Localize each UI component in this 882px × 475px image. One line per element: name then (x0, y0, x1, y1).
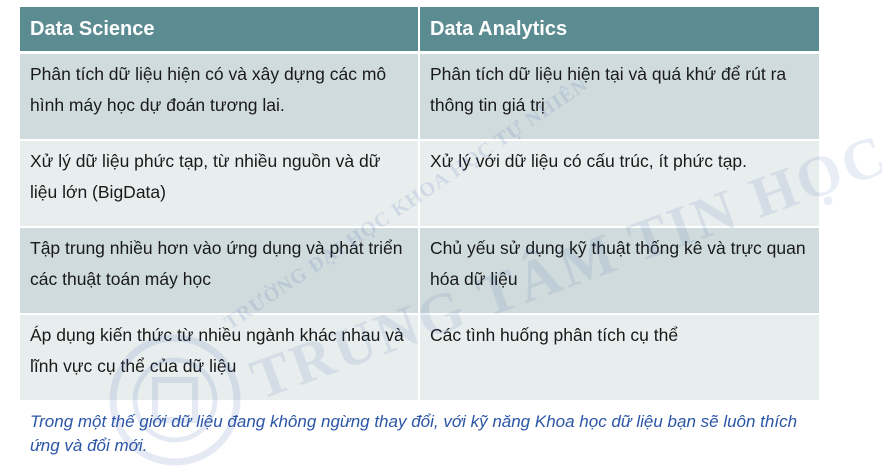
table-row: Phân tích dữ liệu hiện có và xây dựng cá… (20, 52, 819, 141)
slide: Data Science Data Analytics Phân tích dữ… (0, 0, 882, 475)
table-row: Xử lý dữ liệu phức tạp, từ nhiều nguồn v… (20, 140, 819, 228)
table-cell: Xử lý với dữ liệu có cấu trúc, ít phức t… (419, 140, 819, 228)
footer-note: Trong một thế giới dữ liệu đang không ng… (30, 412, 798, 455)
table-header-row: Data Science Data Analytics (20, 7, 819, 54)
table-cell: Phân tích dữ liệu hiện tại và quá khứ để… (419, 52, 819, 141)
comparison-table: Data Science Data Analytics Phân tích dữ… (20, 7, 819, 402)
header-data-science: Data Science (20, 7, 420, 54)
table-row: Tập trung nhiều hơn vào ứng dụng và phát… (20, 227, 819, 315)
table-cell: Áp dụng kiến thức từ nhiều ngành khác nh… (20, 314, 420, 402)
table-row: Áp dụng kiến thức từ nhiều ngành khác nh… (20, 314, 819, 402)
table-cell: Tập trung nhiều hơn vào ứng dụng và phát… (20, 227, 420, 315)
header-data-analytics: Data Analytics (419, 7, 819, 54)
table-cell: Chủ yếu sử dụng kỹ thuật thống kê và trự… (419, 227, 819, 315)
table-cell: Xử lý dữ liệu phức tạp, từ nhiều nguồn v… (20, 140, 420, 228)
table-cell: Các tình huống phân tích cụ thể (419, 314, 819, 402)
table-cell: Phân tích dữ liệu hiện có và xây dựng cá… (20, 52, 420, 141)
